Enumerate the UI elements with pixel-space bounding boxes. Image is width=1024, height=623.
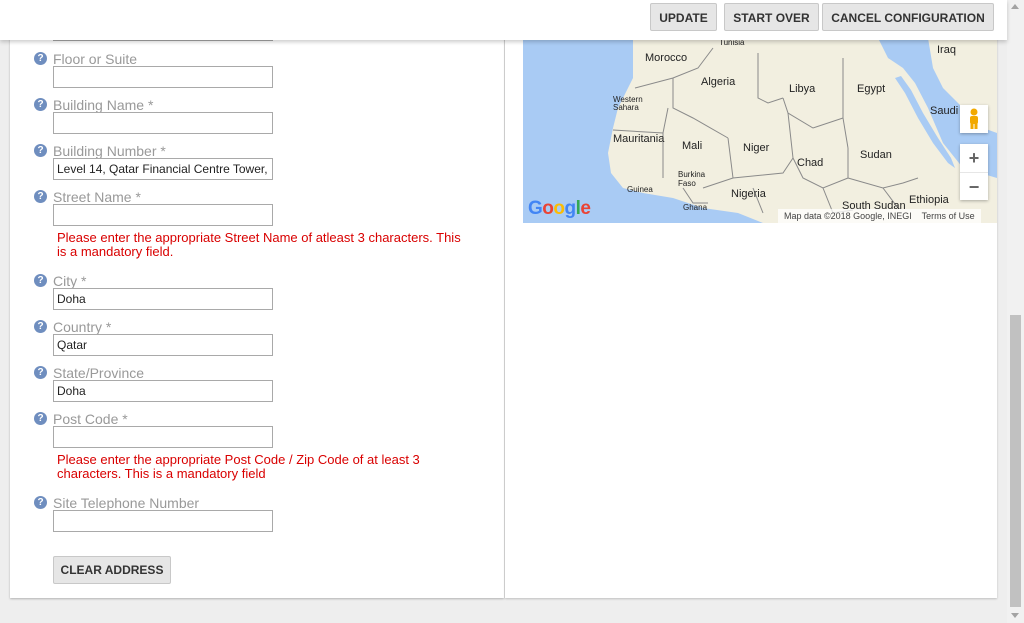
site-telephone-label: Site Telephone Number	[53, 495, 200, 511]
site-telephone-input[interactable]	[53, 510, 273, 532]
street-name-error: Please enter the appropriate Street Name…	[57, 230, 461, 259]
pegman-icon	[970, 108, 978, 129]
map-label-western-sahara: Western Sahara	[613, 95, 643, 112]
map-label-saudi: Saudi	[930, 105, 959, 117]
help-icon[interactable]: ?	[34, 320, 47, 333]
map-data-text: Map data ©2018 Google, INEGI	[784, 211, 912, 221]
post-code-input[interactable]	[53, 426, 273, 448]
terms-of-use-link[interactable]: Terms of Use	[922, 211, 975, 221]
country-label: Country *	[53, 319, 112, 335]
street-name-label: Street Name *	[53, 189, 141, 205]
building-number-input[interactable]: Level 14, Qatar Financial Centre Tower,	[53, 158, 273, 180]
map-label-egypt: Egypt	[857, 83, 886, 95]
help-icon[interactable]: ?	[34, 52, 47, 65]
city-label: City *	[53, 273, 87, 289]
country-input[interactable]: Qatar	[53, 334, 273, 356]
building-number-label: Building Number *	[53, 143, 166, 159]
google-logo: Google	[528, 198, 591, 219]
map-label-iraq: Iraq	[937, 44, 956, 56]
floor-suite-input[interactable]	[53, 66, 273, 88]
map-attribution: Map data ©2018 Google, INEGI Terms of Us…	[778, 209, 981, 223]
map-label-chad: Chad	[797, 157, 824, 169]
building-name-input[interactable]	[53, 112, 273, 134]
post-code-label: Post Code *	[53, 411, 128, 427]
map-label-guinea: Guinea	[627, 185, 653, 194]
state-province-input[interactable]: Doha	[53, 380, 273, 402]
zoom-in-button[interactable]: +	[960, 144, 988, 172]
map-label-mali: Mali	[682, 140, 703, 152]
update-button[interactable]: UPDATE	[650, 3, 717, 31]
map-label-burkina-faso: Burkina Faso	[678, 170, 706, 188]
help-icon[interactable]: ?	[34, 274, 47, 287]
building-name-label: Building Name *	[53, 97, 154, 113]
scroll-thumb[interactable]	[1010, 315, 1021, 607]
clear-address-button[interactable]: CLEAR ADDRESS	[53, 556, 171, 584]
map-label-mauritania: Mauritania	[613, 133, 665, 145]
top-toolbar: UPDATE START OVER CANCEL CONFIGURATION	[0, 0, 1007, 40]
map-label-nigeria: Nigeria	[731, 188, 766, 200]
cancel-configuration-button[interactable]: CANCEL CONFIGURATION	[822, 3, 994, 31]
scroll-up-icon[interactable]	[1011, 4, 1019, 9]
map-label-algeria: Algeria	[701, 76, 736, 88]
help-icon[interactable]: ?	[34, 98, 47, 111]
city-input[interactable]: Doha	[53, 288, 273, 310]
map-label-libya: Libya	[789, 83, 816, 95]
start-over-button[interactable]: START OVER	[724, 3, 819, 31]
help-icon[interactable]: ?	[34, 412, 47, 425]
zoom-out-button[interactable]: −	[960, 172, 988, 201]
pegman-button[interactable]	[960, 105, 988, 133]
map-label-ghana: Ghana	[683, 203, 708, 212]
map-label-niger: Niger	[743, 142, 770, 154]
zoom-control: + −	[960, 144, 988, 200]
scroll-down-icon[interactable]	[1011, 613, 1019, 618]
help-icon[interactable]: ?	[34, 144, 47, 157]
street-name-input[interactable]	[53, 204, 273, 226]
map-label-ethiopia: Ethiopia	[909, 194, 949, 206]
help-icon[interactable]: ?	[34, 190, 47, 203]
map-label-sudan: Sudan	[860, 149, 892, 161]
help-icon[interactable]: ?	[34, 366, 47, 379]
post-code-error: Please enter the appropriate Post Code /…	[57, 452, 420, 481]
state-province-label: State/Province	[53, 365, 145, 381]
map-label-morocco: Morocco	[645, 52, 688, 64]
help-icon[interactable]: ?	[34, 496, 47, 509]
map-view[interactable]: Tunisia Morocco Algeria Libya Egypt Iraq…	[523, 38, 997, 223]
floor-suite-label: Floor or Suite	[53, 51, 138, 67]
